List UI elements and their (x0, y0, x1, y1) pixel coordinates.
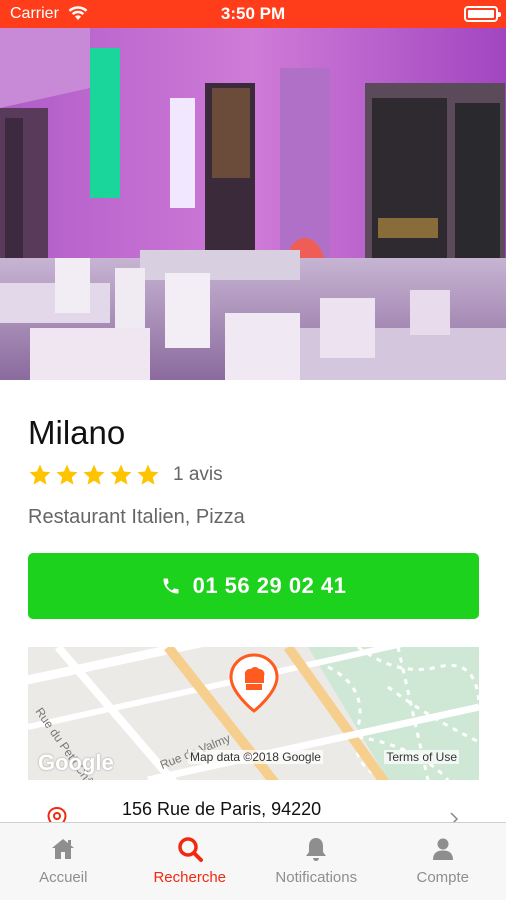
tab-label: Compte (416, 869, 470, 886)
star-icon (56, 464, 78, 485)
tab-bar: Accueil Recherche Notifications Compte (0, 822, 506, 900)
location-map[interactable]: Rue du Petit Château Rue de Valmy Google… (28, 647, 479, 780)
tab-compte[interactable]: Compte (380, 823, 506, 900)
star-icon (83, 464, 105, 485)
tab-notifications[interactable]: Notifications (253, 823, 380, 900)
map-terms-link[interactable]: Terms of Use (384, 750, 459, 764)
star-icon (29, 464, 51, 485)
address-text: 156 Rue de Paris, 94220 (122, 799, 322, 819)
google-logo: Google (38, 750, 114, 775)
call-button[interactable]: 01 56 29 02 41 (28, 553, 479, 619)
tab-label: Notifications (275, 869, 358, 886)
map-data-attribution: Map data ©2018 Google (188, 750, 323, 764)
star-icon (110, 464, 132, 485)
tab-accueil[interactable]: Accueil (0, 823, 127, 900)
rating-row[interactable]: 1 avis (28, 462, 223, 488)
phone-number: 01 56 29 02 41 (192, 573, 347, 598)
phone-icon (163, 578, 179, 594)
star-icon (137, 464, 159, 485)
home-icon (52, 839, 75, 859)
restaurant-name: Milano (28, 414, 126, 451)
rating-stars (28, 463, 160, 487)
restaurant-category: Restaurant Italien, Pizza (28, 506, 245, 528)
tab-recherche[interactable]: Recherche (127, 823, 254, 900)
tab-label: Accueil (39, 869, 88, 886)
status-time: 3:50 PM (220, 4, 286, 23)
bell-icon (306, 838, 327, 861)
map-pin-icon (229, 653, 279, 713)
review-count: 1 avis (173, 464, 223, 485)
user-icon (432, 838, 453, 860)
tab-label: Recherche (153, 869, 227, 886)
restaurant-photo (0, 28, 506, 380)
battery-icon (464, 6, 501, 22)
search-icon (178, 837, 203, 862)
status-bar: Carrier 3:50 PM (0, 0, 506, 28)
